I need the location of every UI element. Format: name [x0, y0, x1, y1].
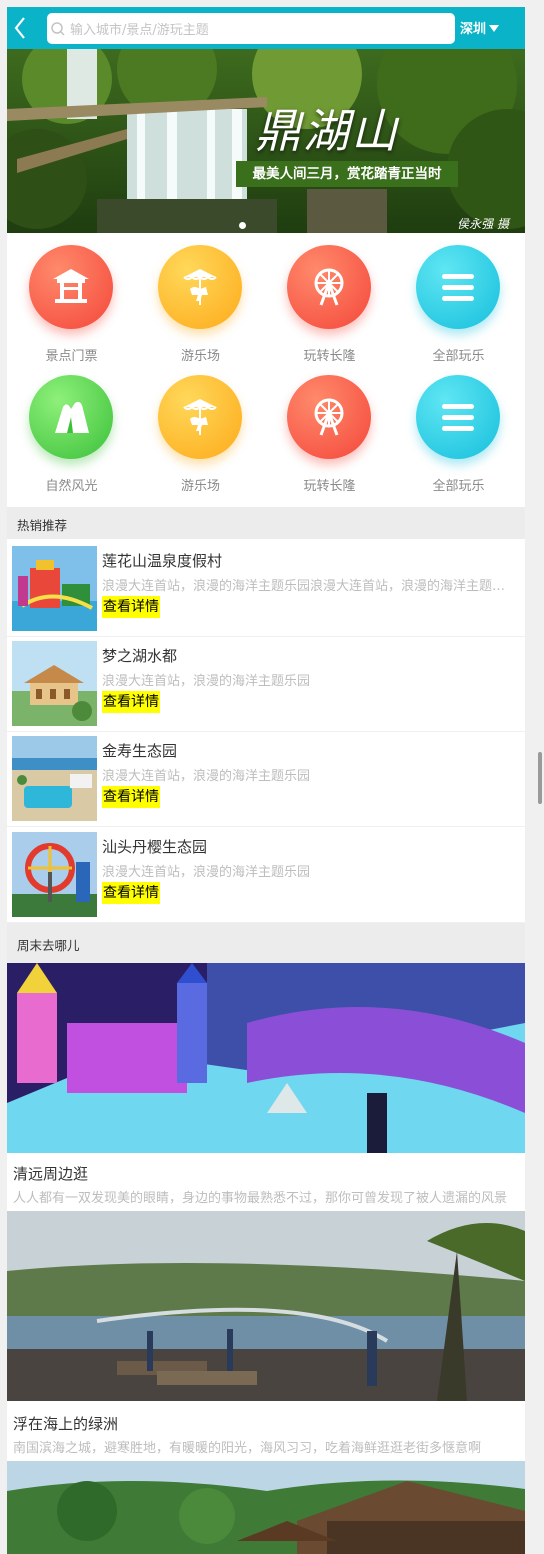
category-nature-scenery[interactable]: 自然风光 [7, 363, 136, 494]
section-hot-header: 热销推荐 [7, 507, 525, 539]
item-thumbnail [12, 546, 97, 631]
banner-carousel[interactable]: 鼎湖山 最美人间三月，赏花踏青正当时 侯永强 摄 [7, 49, 525, 233]
weekend-card[interactable]: 浮在海上的绿洲 南国滨海之城，避寒胜地，有暖暖的阳光，海风习习，吃着海鲜逛逛老街… [7, 1211, 525, 1461]
item-title: 莲花山温泉度假村 [102, 552, 223, 570]
section-title: 热销推荐 [17, 518, 68, 533]
banner-credit: 侯永强 摄 [457, 217, 509, 231]
search-icon [51, 21, 65, 36]
category-label: 游乐场 [180, 479, 220, 494]
category-label: 景点门票 [45, 349, 98, 364]
card-title: 清远周边逛 [13, 1165, 89, 1183]
category-label: 游乐场 [180, 349, 220, 364]
section-title: 周末去哪儿 [17, 938, 80, 953]
carousel-icon [158, 375, 242, 459]
card-description: 南国滨海之城，避寒胜地，有暖暖的阳光，海风习习，吃着海鲜逛逛老街多惬意啊 [13, 1441, 482, 1456]
card-image [7, 1211, 525, 1401]
app-page: 输入城市/景点/游玩主题 深圳 鼎湖山 最美人间三月，赏花踏青正当时 侯永强 摄… [7, 7, 525, 1554]
category-label: 玩转长隆 [303, 349, 356, 364]
category-label: 玩转长隆 [303, 479, 356, 494]
view-details-button[interactable]: 查看详情 [102, 596, 160, 618]
list-item[interactable]: 梦之湖水都 浪漫大连首站，浪漫的海洋主题乐园 查看详情 [7, 636, 525, 732]
list-item[interactable]: 汕头丹樱生态园 浪漫大连首站，浪漫的海洋主题乐园 查看详情 [7, 827, 525, 923]
pavilion-icon [29, 245, 113, 329]
back-button[interactable] [9, 15, 31, 41]
page-scrollbar[interactable] [538, 752, 542, 804]
section-weekend-header: 周末去哪儿 [7, 923, 525, 963]
category-grid: 景点门票 游乐场 玩转长隆 全部玩乐 自然风光 游乐场 玩转长隆 全部玩乐 [7, 233, 525, 507]
category-amusement-park[interactable]: 游乐场 [136, 233, 265, 364]
category-label: 全部玩乐 [432, 349, 485, 364]
banner-title: 鼎湖山 [255, 104, 399, 158]
item-title: 金寿生态园 [102, 742, 178, 760]
banner-tagline: 最美人间三月，赏花踏青正当时 [236, 161, 458, 187]
category-amusement-park-2[interactable]: 游乐场 [136, 363, 265, 494]
category-chimelong[interactable]: 玩转长隆 [265, 233, 394, 364]
item-description: 浪漫大连首站，浪漫的海洋主题乐园 [102, 769, 311, 784]
carousel-dot-active[interactable] [239, 222, 246, 229]
item-title: 梦之湖水都 [102, 647, 178, 665]
view-details-button[interactable]: 查看详情 [102, 691, 160, 713]
view-details-button[interactable]: 查看详情 [102, 786, 160, 808]
mountain-icon [29, 375, 113, 459]
item-description: 浪漫大连首站，浪漫的海洋主题乐园 [102, 865, 311, 880]
category-all-fun[interactable]: 全部玩乐 [394, 233, 523, 364]
menu-icon [416, 245, 500, 329]
item-description: 浪漫大连首站，浪漫的海洋主题乐园浪漫大连首站，浪漫的海洋主题乐园 [102, 579, 514, 594]
card-description: 人人都有一双发现美的眼睛，身边的事物最熟悉不过，那你可曾发现了被人遗漏的风景 [13, 1191, 508, 1206]
card-image [7, 963, 525, 1153]
card-title: 浮在海上的绿洲 [13, 1415, 119, 1433]
carousel-icon [158, 245, 242, 329]
view-details-button[interactable]: 查看详情 [102, 882, 160, 904]
city-label: 深圳 [460, 22, 487, 37]
category-label: 全部玩乐 [432, 479, 485, 494]
card-image [7, 1461, 525, 1554]
item-thumbnail [12, 641, 97, 726]
search-placeholder: 输入城市/景点/游玩主题 [70, 23, 209, 38]
weekend-card[interactable]: 清远周边逛 人人都有一双发现美的眼睛，身边的事物最熟悉不过，那你可曾发现了被人遗… [7, 963, 525, 1211]
list-item[interactable]: 金寿生态园 浪漫大连首站，浪漫的海洋主题乐园 查看详情 [7, 731, 525, 827]
category-chimelong-2[interactable]: 玩转长隆 [265, 363, 394, 494]
weekend-card[interactable] [7, 1461, 525, 1554]
item-description: 浪漫大连首站，浪漫的海洋主题乐园 [102, 674, 311, 689]
city-selector[interactable]: 深圳 [460, 18, 500, 37]
ferris-wheel-icon [287, 245, 371, 329]
category-label: 自然风光 [45, 479, 98, 494]
ferris-wheel-icon [287, 375, 371, 459]
list-item[interactable]: 莲花山温泉度假村 浪漫大连首站，浪漫的海洋主题乐园浪漫大连首站，浪漫的海洋主题乐… [7, 541, 525, 637]
menu-icon [416, 375, 500, 459]
top-bar: 输入城市/景点/游玩主题 深圳 [7, 7, 525, 49]
caret-down-icon [489, 24, 500, 32]
category-all-fun-2[interactable]: 全部玩乐 [394, 363, 523, 494]
item-title: 汕头丹樱生态园 [102, 838, 208, 856]
item-thumbnail [12, 736, 97, 821]
category-scenic-tickets[interactable]: 景点门票 [7, 233, 136, 364]
item-thumbnail [12, 832, 97, 917]
search-input[interactable]: 输入城市/景点/游玩主题 [47, 13, 455, 44]
chevron-left-icon [14, 17, 25, 39]
